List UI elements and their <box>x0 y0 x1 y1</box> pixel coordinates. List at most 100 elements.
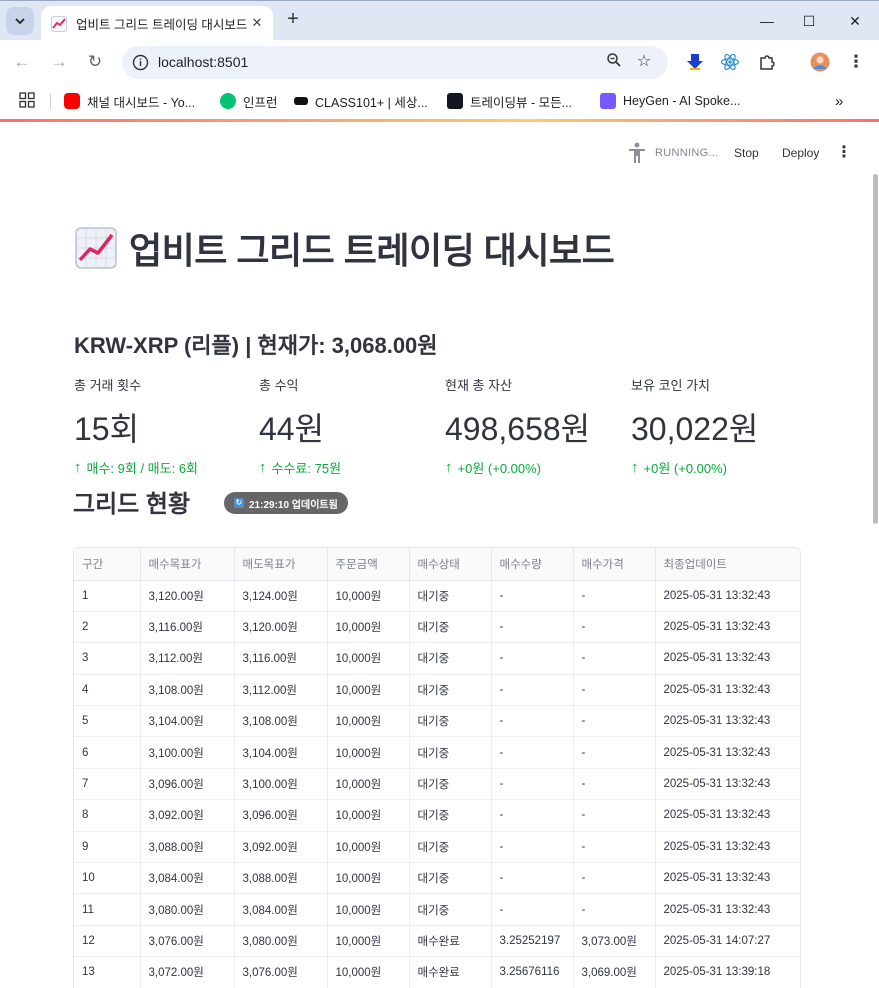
table-cell[interactable]: 13 <box>74 956 141 988</box>
table-cell[interactable]: - <box>573 893 656 926</box>
table-cell[interactable]: - <box>573 831 656 864</box>
table-cell[interactable]: - <box>573 768 656 801</box>
bookmark-item[interactable]: 채널 대시보드 - Yo... <box>64 91 195 111</box>
table-cell[interactable]: - <box>573 736 656 769</box>
table-cell[interactable]: 6 <box>74 736 141 769</box>
table-cell[interactable]: - <box>491 736 574 769</box>
table-cell[interactable]: 10,000원 <box>327 674 410 707</box>
table-cell[interactable]: 대기중 <box>409 674 492 707</box>
table-cell[interactable]: 3,116.00원 <box>140 611 235 644</box>
table-cell[interactable]: 3,096.00원 <box>234 799 328 832</box>
table-cell[interactable]: 3,108.00원 <box>234 705 328 738</box>
table-cell[interactable]: - <box>573 674 656 707</box>
table-cell[interactable]: 3,073.00원 <box>573 925 656 958</box>
table-cell[interactable]: - <box>573 580 656 612</box>
table-cell[interactable]: 3.25252197 <box>491 925 574 958</box>
bookmark-item[interactable]: 트레이딩뷰 - 모든... <box>447 91 572 111</box>
table-cell[interactable]: 10 <box>74 862 141 895</box>
table-cell[interactable]: - <box>491 862 574 895</box>
table-cell[interactable]: 3,120.00원 <box>234 611 328 644</box>
table-cell[interactable]: 8 <box>74 799 141 832</box>
column-header[interactable]: 주문금액 <box>327 548 410 581</box>
table-cell[interactable]: 3,092.00원 <box>234 831 328 864</box>
table-cell[interactable]: 10,000원 <box>327 736 410 769</box>
table-cell[interactable]: 대기중 <box>409 799 492 832</box>
table-cell[interactable]: 3,069.00원 <box>573 956 656 988</box>
table-cell[interactable]: 3,092.00원 <box>140 799 235 832</box>
table-cell[interactable]: 3,108.00원 <box>140 674 235 707</box>
table-cell[interactable]: 2025-05-31 13:32:43 <box>655 831 800 864</box>
table-cell[interactable]: 2025-05-31 13:32:43 <box>655 611 800 644</box>
table-cell[interactable]: 대기중 <box>409 642 492 675</box>
table-cell[interactable]: 대기중 <box>409 705 492 738</box>
table-cell[interactable]: 2025-05-31 13:32:43 <box>655 893 800 926</box>
table-cell[interactable]: 3,080.00원 <box>234 925 328 958</box>
table-cell[interactable]: 10,000원 <box>327 580 410 612</box>
apps-grid-icon[interactable] <box>19 92 35 108</box>
table-cell[interactable]: 10,000원 <box>327 768 410 801</box>
table-cell[interactable]: 3,120.00원 <box>140 580 235 612</box>
profile-avatar-icon[interactable] <box>810 52 830 72</box>
table-cell[interactable]: 3,104.00원 <box>140 705 235 738</box>
table-cell[interactable]: - <box>491 611 574 644</box>
maximize-icon[interactable]: ☐ <box>797 9 821 33</box>
table-cell[interactable]: 3,104.00원 <box>234 736 328 769</box>
page-scrollbar[interactable] <box>873 174 878 524</box>
table-cell[interactable]: 매수완료 <box>409 956 492 988</box>
bookmark-item[interactable]: 인프런 <box>220 91 278 111</box>
table-cell[interactable]: 11 <box>74 893 141 926</box>
column-header[interactable]: 매수상태 <box>409 548 492 581</box>
table-cell[interactable]: 대기중 <box>409 580 492 612</box>
table-cell[interactable]: 5 <box>74 705 141 738</box>
forward-icon[interactable]: → <box>47 50 71 74</box>
table-cell[interactable]: - <box>491 831 574 864</box>
table-cell[interactable]: 대기중 <box>409 831 492 864</box>
table-cell[interactable]: - <box>491 642 574 675</box>
extensions-puzzle-icon[interactable] <box>757 52 777 72</box>
table-cell[interactable]: 10,000원 <box>327 705 410 738</box>
table-cell[interactable]: 10,000원 <box>327 799 410 832</box>
column-header[interactable]: 최종업데이트 <box>655 548 800 581</box>
table-cell[interactable]: 10,000원 <box>327 831 410 864</box>
table-cell[interactable]: 10,000원 <box>327 642 410 675</box>
table-cell[interactable]: 2025-05-31 14:07:27 <box>655 925 800 958</box>
table-cell[interactable]: 3,100.00원 <box>140 736 235 769</box>
more-bookmarks-icon[interactable]: » <box>835 91 843 111</box>
table-cell[interactable]: - <box>491 893 574 926</box>
table-cell[interactable]: 3,096.00원 <box>140 768 235 801</box>
close-tab-icon[interactable]: ✕ <box>249 15 265 31</box>
table-cell[interactable]: - <box>573 705 656 738</box>
bookmark-star-icon[interactable]: ☆ <box>634 52 654 72</box>
table-cell[interactable]: 2025-05-31 13:32:43 <box>655 580 800 612</box>
table-cell[interactable]: 2025-05-31 13:32:43 <box>655 674 800 707</box>
column-header[interactable]: 구간 <box>74 548 141 581</box>
table-cell[interactable]: 3.25676116 <box>491 956 574 988</box>
table-cell[interactable]: 10,000원 <box>327 956 410 988</box>
table-cell[interactable]: 3,088.00원 <box>140 831 235 864</box>
table-cell[interactable]: 대기중 <box>409 736 492 769</box>
table-cell[interactable]: 2025-05-31 13:32:43 <box>655 799 800 832</box>
table-cell[interactable]: 대기중 <box>409 893 492 926</box>
table-cell[interactable]: 2025-05-31 13:32:43 <box>655 862 800 895</box>
browser-tab-active[interactable]: 업비트 그리드 트레이딩 대시보드 ✕ <box>41 6 273 41</box>
column-header[interactable]: 매수수량 <box>491 548 574 581</box>
table-cell[interactable]: - <box>573 642 656 675</box>
table-cell[interactable]: 2025-05-31 13:39:18 <box>655 956 800 988</box>
table-cell[interactable]: 3,100.00원 <box>234 768 328 801</box>
stop-button[interactable]: Stop <box>734 146 759 160</box>
table-cell[interactable]: 2025-05-31 13:32:43 <box>655 736 800 769</box>
table-cell[interactable]: 3 <box>74 642 141 675</box>
table-cell[interactable]: 매수완료 <box>409 925 492 958</box>
column-header[interactable]: 매도목표가 <box>234 548 328 581</box>
table-cell[interactable]: 3,112.00원 <box>140 642 235 675</box>
table-cell[interactable]: 대기중 <box>409 768 492 801</box>
table-cell[interactable]: 9 <box>74 831 141 864</box>
table-cell[interactable]: - <box>491 799 574 832</box>
table-cell[interactable]: 2025-05-31 13:32:43 <box>655 768 800 801</box>
table-cell[interactable]: 10,000원 <box>327 862 410 895</box>
new-tab-button[interactable]: + <box>283 9 303 30</box>
main-menu-icon[interactable]: ⋮ <box>836 143 852 163</box>
browser-menu-icon[interactable]: ⋮ <box>844 50 868 74</box>
deploy-button[interactable]: Deploy <box>782 146 819 160</box>
back-icon[interactable]: ← <box>10 50 34 74</box>
